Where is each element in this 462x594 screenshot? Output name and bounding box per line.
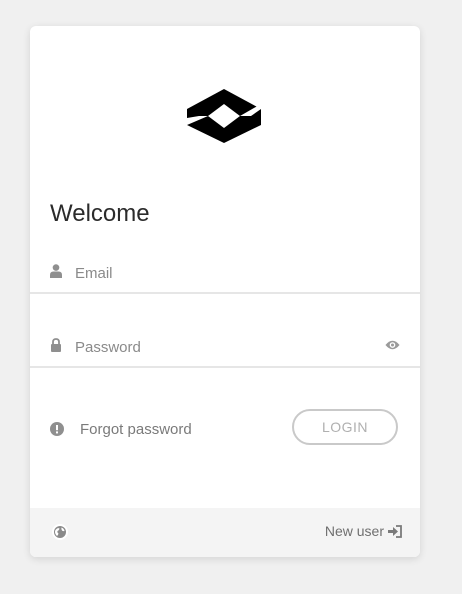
globe-icon[interactable]	[52, 524, 68, 540]
new-user-label: New user	[324, 523, 384, 539]
sign-in-icon	[388, 524, 402, 538]
login-button[interactable]: LOGIN	[292, 409, 398, 445]
user-icon	[50, 264, 62, 278]
eye-icon[interactable]	[385, 339, 400, 351]
email-input[interactable]	[75, 262, 375, 284]
email-divider	[30, 292, 420, 294]
page-title: Welcome	[50, 200, 150, 227]
lock-icon	[51, 338, 61, 352]
password-divider	[30, 366, 420, 368]
forgot-password-link[interactable]: Forgot password	[50, 420, 192, 438]
login-card: Welcome Forgot password LOGIN	[30, 26, 420, 557]
card-footer: New user	[30, 508, 420, 557]
email-field-row	[30, 254, 420, 294]
exclamation-circle-icon	[50, 422, 64, 436]
password-input[interactable]	[75, 336, 375, 358]
brand-logo	[187, 89, 261, 143]
new-user-link[interactable]: New user	[325, 523, 402, 539]
forgot-password-label: Forgot password	[80, 420, 192, 438]
password-field-row	[30, 328, 420, 368]
